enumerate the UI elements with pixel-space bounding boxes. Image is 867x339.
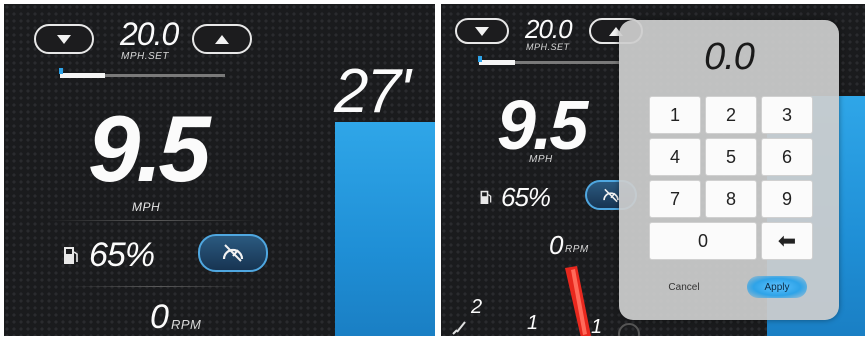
- apply-button[interactable]: Apply: [747, 276, 807, 298]
- set-speed-label: MPH.SET: [526, 42, 570, 52]
- chevron-down-icon: [57, 34, 71, 44]
- speed-value: 9.5: [497, 86, 588, 164]
- cancel-button[interactable]: Cancel: [649, 282, 719, 293]
- key-label: 9: [781, 188, 792, 209]
- key-6[interactable]: 6: [761, 138, 813, 176]
- rpm-unit: RPM: [565, 244, 589, 255]
- key-label: 3: [781, 104, 792, 125]
- dashboard-keypad-screen: 20.0 MPH.SET 9.5 MPH 65% 0 RPM 2 1 1 0.0…: [441, 4, 865, 336]
- backspace-icon: ⬅: [777, 228, 797, 253]
- key-4[interactable]: 4: [649, 138, 701, 176]
- decrease-set-speed-button[interactable]: [455, 18, 509, 44]
- gauge-needle: [565, 266, 591, 336]
- key-9[interactable]: 9: [761, 180, 813, 218]
- depth-value: 27': [334, 57, 411, 126]
- fuel-percent: 65%: [501, 182, 551, 212]
- depth-bar: [335, 122, 435, 336]
- rpm-value: 0: [549, 230, 564, 260]
- key-label: 5: [725, 146, 736, 167]
- key-label: 6: [781, 146, 792, 167]
- key-2[interactable]: 2: [705, 96, 757, 134]
- gauge-label: 1: [527, 312, 539, 334]
- speed-value: 9.5: [88, 96, 211, 201]
- key-3[interactable]: 3: [761, 96, 813, 134]
- set-speed-bar-fill: [60, 73, 105, 78]
- backspace-button[interactable]: ⬅: [761, 222, 813, 260]
- speedometer-off-icon: [222, 244, 244, 262]
- key-5[interactable]: 5: [705, 138, 757, 176]
- chevron-up-icon: [215, 34, 229, 44]
- key-label: 4: [669, 146, 680, 167]
- set-speed-bar-fill: [479, 60, 515, 65]
- rpm-unit: RPM: [171, 317, 202, 332]
- chevron-down-icon: [475, 26, 489, 36]
- key-7[interactable]: 7: [649, 180, 701, 218]
- key-0[interactable]: 0: [649, 222, 757, 260]
- key-1[interactable]: 1: [649, 96, 701, 134]
- keypad-display: 0.0: [704, 36, 755, 78]
- apply-label: Apply: [764, 281, 790, 293]
- speed-unit: MPH: [132, 200, 161, 214]
- speed-unit: MPH: [529, 154, 553, 165]
- cruise-control-button[interactable]: [198, 234, 268, 272]
- decrease-set-speed-button[interactable]: [34, 24, 94, 54]
- key-label: 2: [725, 104, 736, 125]
- speedometer-off-icon: [603, 188, 619, 202]
- key-8[interactable]: 8: [705, 180, 757, 218]
- increase-set-speed-button[interactable]: [192, 24, 252, 54]
- set-speed-bar-marker: [59, 68, 63, 74]
- rpm-value: 0: [150, 298, 169, 336]
- set-speed-label: MPH.SET: [121, 51, 169, 62]
- set-speed-value: 20.0: [120, 16, 179, 52]
- set-speed-value: 20.0: [525, 14, 573, 44]
- key-label: 1: [669, 104, 680, 125]
- fuel-percent: 65%: [89, 236, 155, 274]
- dashboard-main-screen: 20.0 MPH.SET 9.5 MPH 65% 0 RPM 27': [4, 4, 435, 336]
- set-speed-bar-marker: [478, 56, 482, 62]
- key-label: 0: [697, 230, 708, 251]
- key-label: 7: [669, 188, 680, 209]
- fuel-pump-icon: [480, 190, 492, 204]
- divider: [68, 286, 248, 287]
- numeric-keypad-dialog: 0.0 1 2 3 4 5 6 7 8 9 0 ⬅ Cancel Apply: [619, 20, 839, 320]
- divider: [48, 220, 258, 221]
- key-label: 8: [725, 188, 736, 209]
- fuel-pump-icon: [64, 247, 78, 264]
- gauge-hub: [618, 323, 640, 336]
- gauge-tick-marks: [452, 321, 466, 335]
